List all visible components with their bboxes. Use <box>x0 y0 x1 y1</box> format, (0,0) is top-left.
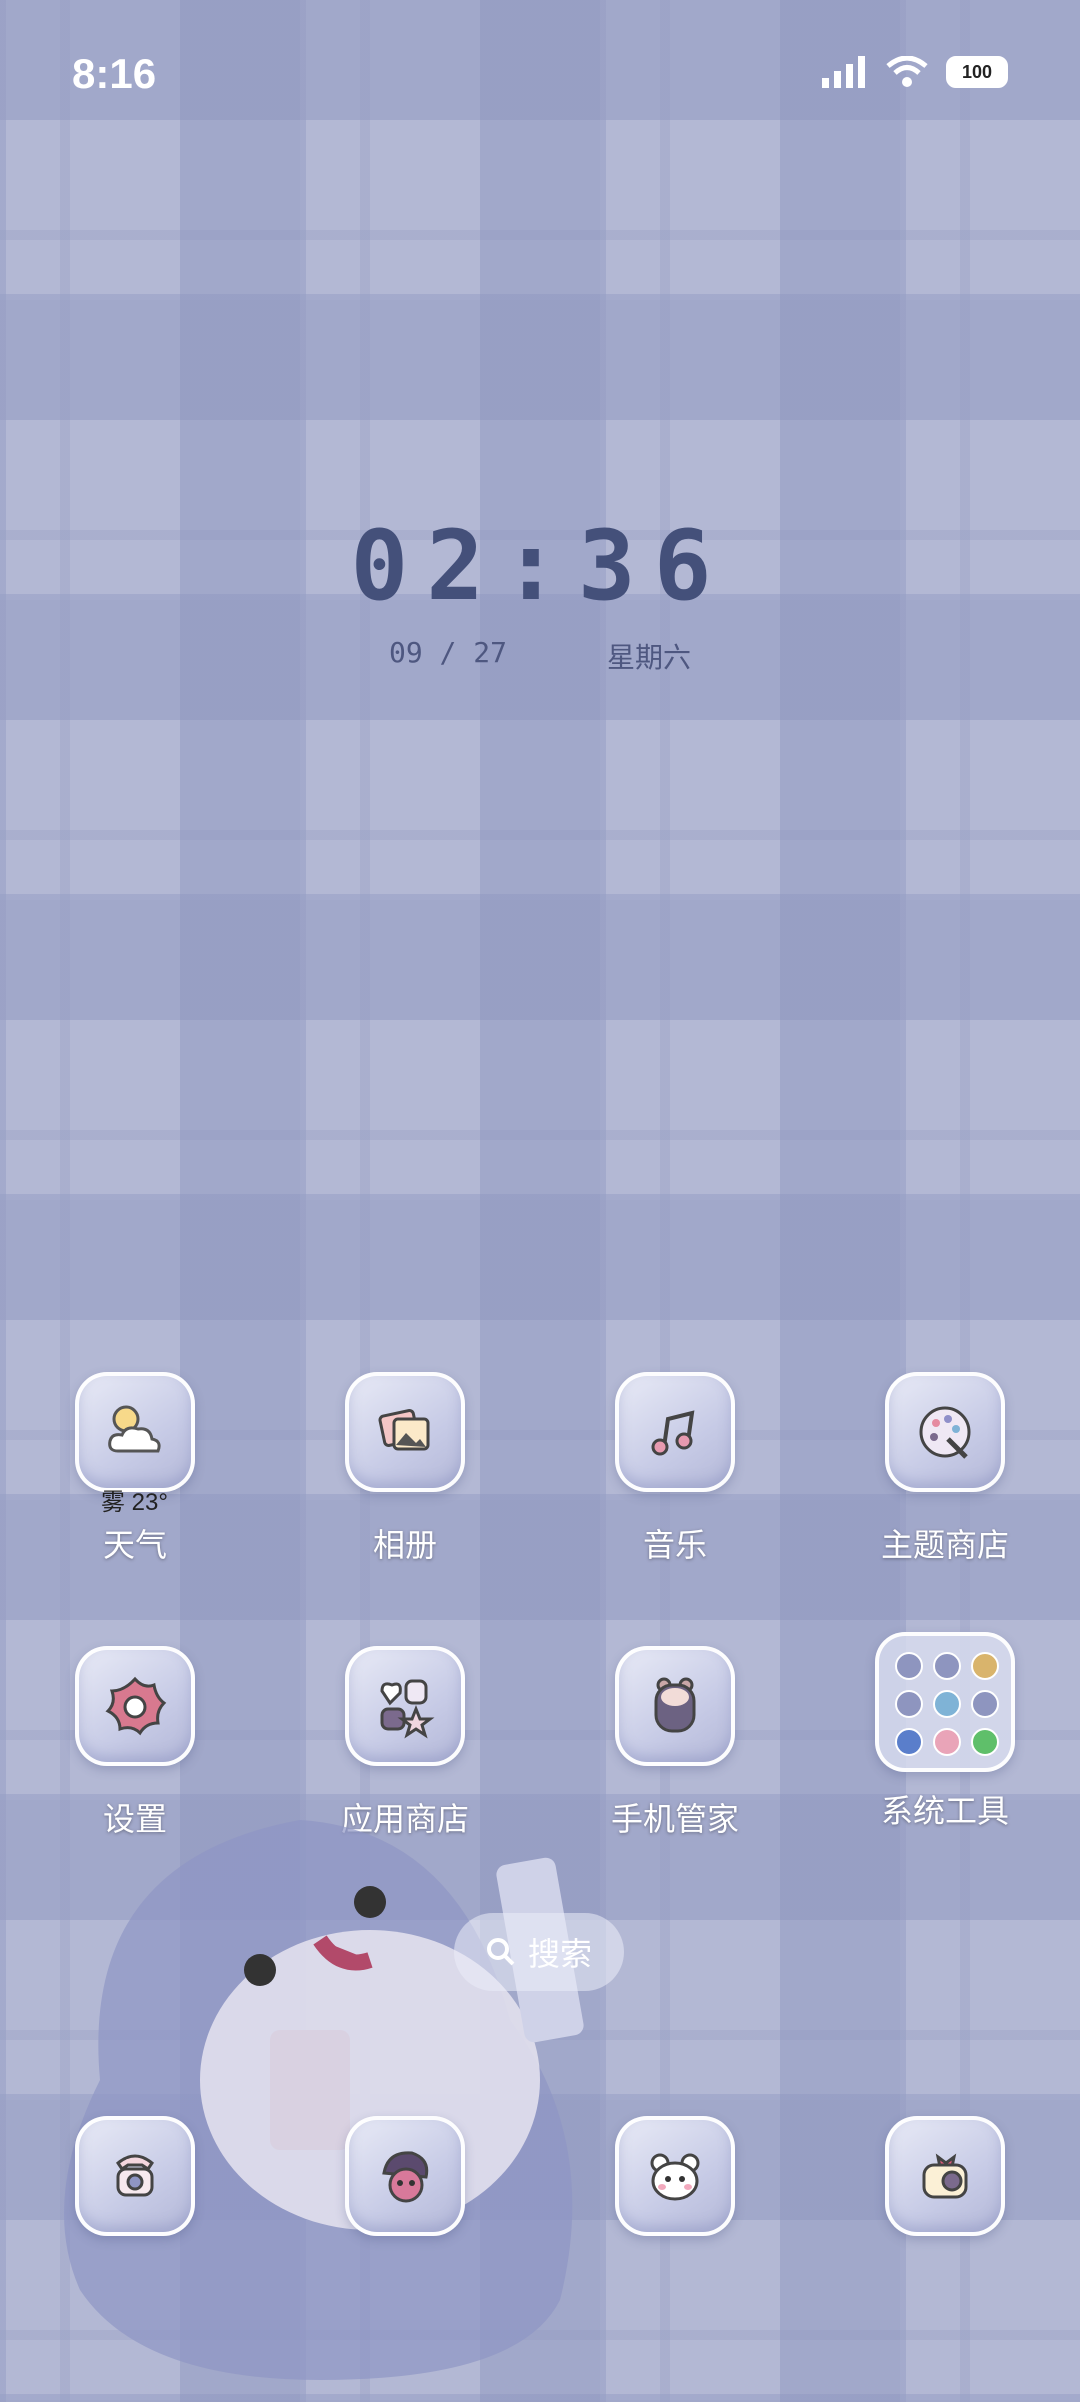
status-bar: 8:16 100 <box>0 0 1080 150</box>
app-bear-face[interactable] <box>540 2116 810 2236</box>
sun-cloud-icon <box>108 1405 161 1453</box>
app-phone[interactable] <box>0 2116 270 2236</box>
app-label: 系统工具 <box>880 1793 1009 1829</box>
folder-app-icon <box>895 1728 923 1756</box>
character-icon <box>382 2151 429 2203</box>
telephone-icon <box>115 2154 155 2197</box>
app-settings[interactable]: 设置 <box>0 1646 270 1840</box>
app-app-store[interactable]: 应用商店 <box>270 1646 540 1840</box>
folder-app-icon <box>971 1690 999 1718</box>
bear-icon <box>654 1677 696 1733</box>
app-label: 音乐 <box>642 1527 707 1563</box>
clock-weekday: 星期六 <box>607 641 692 674</box>
clock-date: 09 / 27 <box>388 636 507 669</box>
app-label: 相册 <box>372 1527 437 1563</box>
camera-icon <box>922 2153 968 2199</box>
weather-info: 雾 23° <box>101 1489 168 1516</box>
signal-icon <box>822 56 865 88</box>
music-note-icon <box>651 1410 695 1456</box>
app-messages[interactable] <box>270 2116 540 2236</box>
whale-wallpaper-illustration <box>64 1820 584 2380</box>
dock <box>0 2116 1080 2236</box>
photo-icon <box>378 1409 430 1451</box>
search-label: 搜索 <box>527 1936 592 1972</box>
app-theme-store[interactable]: 主题商店 <box>810 1372 1080 1566</box>
clock-time: 02:36 <box>350 510 730 622</box>
wifi-icon <box>886 56 928 87</box>
folder-app-icon <box>971 1728 999 1756</box>
battery-icon: 100 <box>946 56 1008 88</box>
app-system-tools[interactable]: 系统工具 <box>810 1632 1080 1840</box>
folder-app-icon <box>971 1652 999 1680</box>
clock-widget[interactable]: 02:36 09 / 27 星期六 <box>0 510 1080 676</box>
app-row-1: 雾 23° 天气 相册 音乐 主题商店 <box>0 1372 1080 1566</box>
app-camera[interactable] <box>810 2116 1080 2236</box>
palette-icon <box>919 1406 971 1459</box>
folder-app-icon <box>933 1728 961 1756</box>
folder-app-icon <box>933 1652 961 1680</box>
bear-face-icon <box>650 2153 700 2201</box>
search-icon <box>486 1938 515 1966</box>
folder-app-icon <box>895 1690 923 1718</box>
app-weather[interactable]: 雾 23° 天气 <box>0 1372 270 1566</box>
folder-app-icon <box>895 1652 923 1680</box>
search-button[interactable]: 搜索 <box>454 1913 624 1991</box>
folder-icon <box>875 1632 1015 1772</box>
app-gallery[interactable]: 相册 <box>270 1372 540 1566</box>
app-row-2: 设置 应用商店 手机管家 系统工具 <box>0 1632 1080 1840</box>
app-music[interactable]: 音乐 <box>540 1372 810 1566</box>
status-icons: 100 <box>822 56 1008 88</box>
flower-gear-icon <box>105 1676 167 1736</box>
app-label: 主题商店 <box>880 1527 1009 1563</box>
folder-app-icon <box>933 1690 961 1718</box>
sticker-icon <box>380 1679 435 1739</box>
status-time: 8:16 <box>72 50 157 97</box>
app-label: 天气 <box>102 1527 167 1563</box>
app-phone-manager[interactable]: 手机管家 <box>540 1646 810 1840</box>
